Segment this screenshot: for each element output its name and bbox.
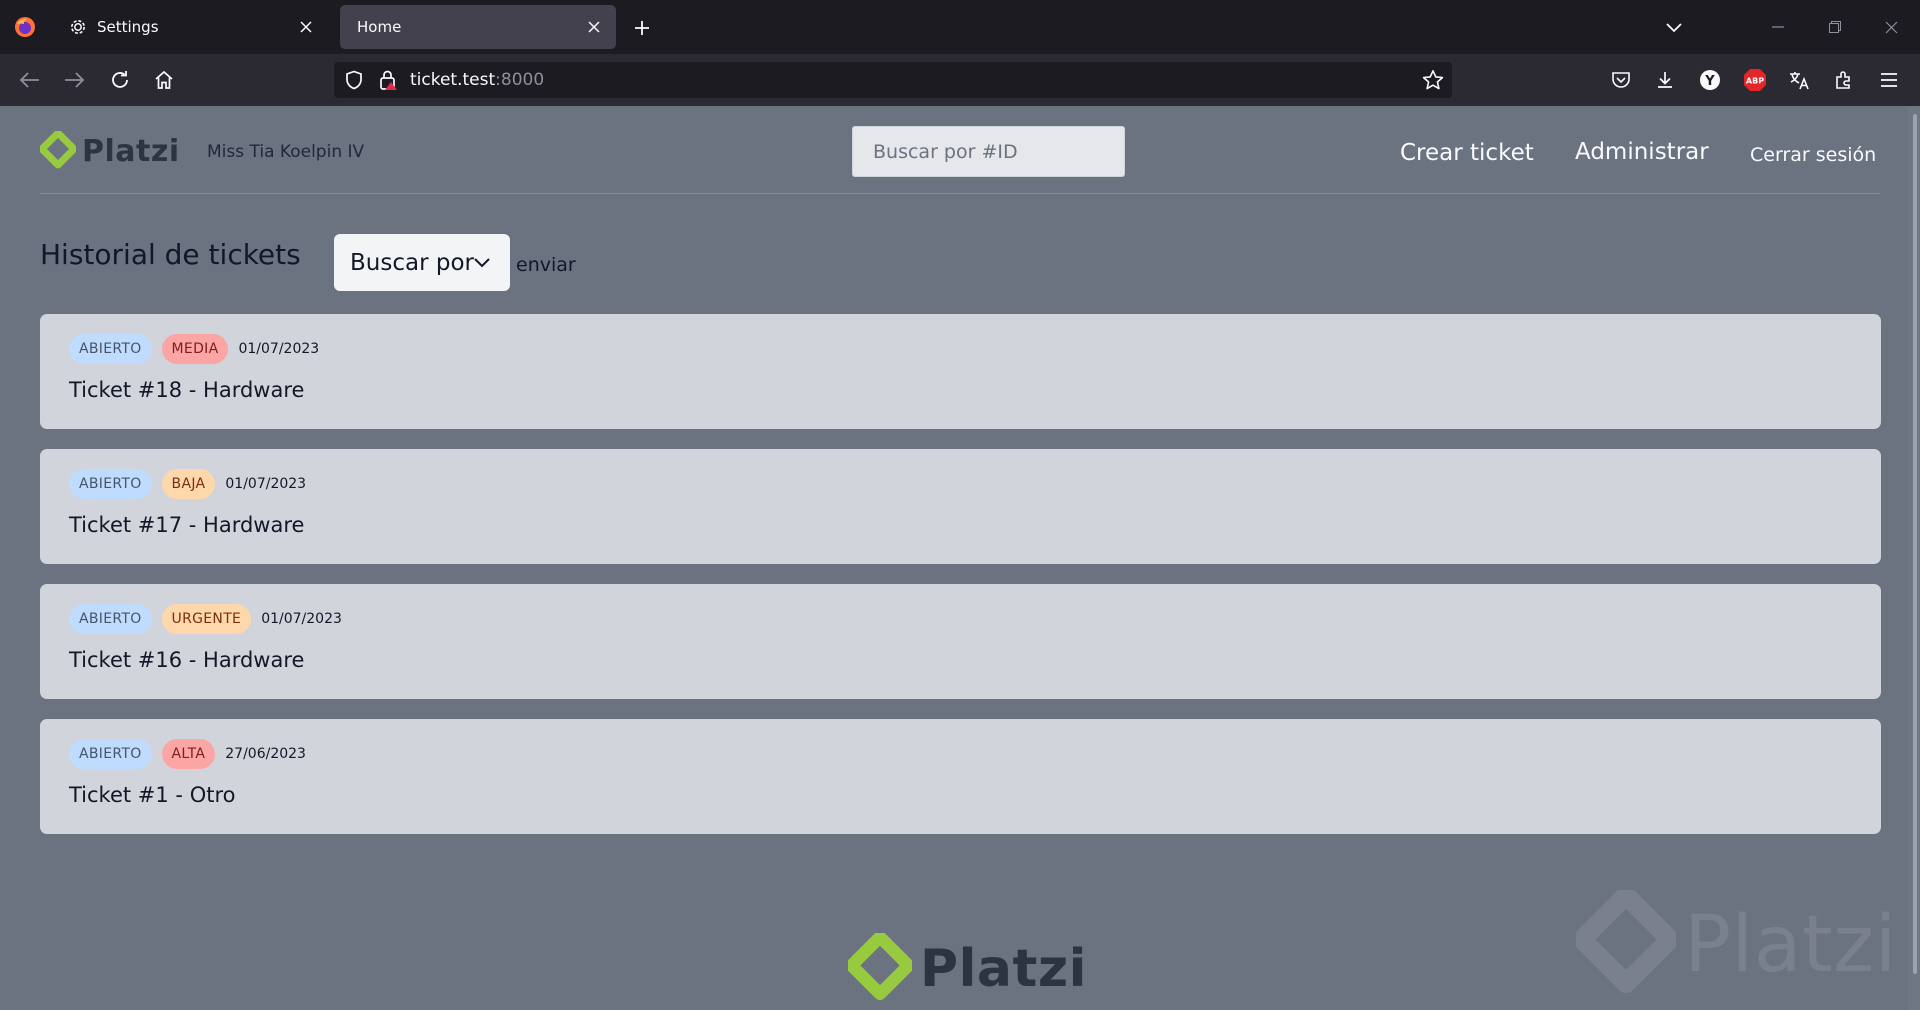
minimize-icon[interactable] (1763, 12, 1793, 42)
admin-link[interactable]: Administrar (1575, 139, 1709, 165)
tab-title: Home (357, 18, 402, 36)
page-content: Platzi Miss Tia Koelpin IV Crear ticket … (0, 106, 1920, 1010)
platzi-logo[interactable]: Platzi (40, 130, 180, 172)
lock-warning-icon[interactable] (378, 69, 398, 91)
search-by-id-input[interactable] (852, 126, 1125, 177)
brand-name: Platzi (82, 133, 180, 169)
platzi-watermark-icon (1576, 890, 1676, 994)
gear-icon (69, 17, 89, 37)
watermark-brand-name: Platzi (1684, 900, 1897, 990)
platzi-logo-icon (40, 131, 76, 169)
chevron-down-icon[interactable] (1660, 14, 1688, 42)
ticket-meta: ABIERTO URGENTE 01/07/2023 (69, 604, 342, 634)
ticket-date: 27/06/2023 (225, 746, 306, 762)
adblock-icon[interactable]: ABP (1742, 67, 1768, 93)
site-header: Platzi Miss Tia Koelpin IV Crear ticket … (40, 106, 1880, 194)
shield-icon[interactable] (344, 70, 364, 90)
user-name: Miss Tia Koelpin IV (207, 142, 365, 162)
restore-icon[interactable] (1820, 12, 1850, 42)
tab-title: Settings (97, 18, 159, 36)
star-bookmark-icon[interactable] (1422, 69, 1444, 91)
platzi-logo-icon (848, 933, 912, 1001)
status-badge: ABIERTO (69, 604, 152, 634)
download-icon[interactable] (1652, 67, 1678, 93)
translate-icon[interactable] (1786, 67, 1812, 93)
search-by-select[interactable]: Buscar por (334, 234, 510, 291)
ticket-date: 01/07/2023 (261, 611, 342, 627)
ticket-meta: ABIERTO BAJA 01/07/2023 (69, 469, 306, 499)
home-icon[interactable] (148, 64, 180, 96)
footer-logo: Platzi (848, 932, 1087, 1006)
menu-icon[interactable] (1876, 67, 1902, 93)
create-ticket-link[interactable]: Crear ticket (1400, 140, 1534, 166)
forward-arrow-icon[interactable] (58, 64, 90, 96)
yandex-label: Y (1704, 74, 1715, 89)
close-icon[interactable] (582, 15, 606, 39)
select-value: Buscar por (350, 249, 474, 276)
ticket-meta: ABIERTO ALTA 27/06/2023 (69, 739, 306, 769)
close-icon[interactable] (294, 15, 318, 39)
ticket-date: 01/07/2023 (225, 476, 307, 492)
ticket-meta: ABIERTO MEDIA 01/07/2023 (69, 334, 319, 364)
ticket-card[interactable]: ABIERTO ALTA 27/06/2023 Ticket #1 - Otro (40, 719, 1881, 834)
priority-badge: MEDIA (161, 334, 229, 364)
ticket-card[interactable]: ABIERTO URGENTE 01/07/2023 Ticket #16 - … (40, 584, 1881, 699)
status-badge: ABIERTO (69, 739, 152, 769)
back-arrow-icon[interactable] (14, 64, 46, 96)
priority-badge: BAJA (161, 469, 216, 499)
status-badge: ABIERTO (69, 469, 152, 499)
platzi-watermark: Platzi (1576, 890, 1897, 1000)
page-scrollbar[interactable] (1908, 106, 1920, 1010)
tab-settings[interactable]: Settings (56, 5, 328, 49)
url-text[interactable]: ticket.test:8000 (410, 70, 544, 90)
adblock-label: ABP (1746, 77, 1764, 86)
pocket-icon[interactable] (1608, 67, 1634, 93)
url-bar[interactable]: ticket.test:8000 (334, 62, 1452, 98)
ticket-card[interactable]: ABIERTO MEDIA 01/07/2023 Ticket #18 - Ha… (40, 314, 1881, 429)
close-window-icon[interactable] (1876, 12, 1906, 42)
ticket-card[interactable]: ABIERTO BAJA 01/07/2023 Ticket #17 - Har… (40, 449, 1881, 564)
submit-button[interactable]: enviar (516, 254, 576, 276)
tab-home[interactable]: Home (340, 5, 616, 49)
firefox-logo-icon[interactable] (10, 12, 40, 42)
ticket-title[interactable]: Ticket #18 - Hardware (69, 378, 304, 402)
url-host: ticket.test (410, 70, 496, 90)
extensions-icon[interactable] (1830, 67, 1856, 93)
url-port: :8000 (495, 70, 545, 90)
status-badge: ABIERTO (69, 334, 152, 364)
scrollbar-thumb[interactable] (1913, 114, 1917, 974)
footer-brand-name: Platzi (920, 939, 1087, 999)
browser-nav-bar: ticket.test:8000 Y ABP (0, 54, 1920, 106)
ticket-date: 01/07/2023 (238, 341, 320, 357)
logout-link[interactable]: Cerrar sesión (1750, 144, 1876, 166)
priority-badge: ALTA (161, 739, 216, 769)
chevron-down-icon (474, 258, 490, 268)
ticket-title[interactable]: Ticket #17 - Hardware (69, 513, 304, 537)
ticket-title[interactable]: Ticket #16 - Hardware (69, 648, 304, 672)
yandex-icon[interactable]: Y (1697, 67, 1723, 93)
page-title: Historial de tickets (40, 238, 301, 271)
new-tab-plus-icon[interactable] (628, 14, 656, 42)
reload-icon[interactable] (104, 64, 136, 96)
ticket-title[interactable]: Ticket #1 - Otro (69, 783, 235, 807)
browser-tab-bar: Settings Home (0, 0, 1920, 54)
priority-badge: URGENTE (161, 604, 252, 634)
